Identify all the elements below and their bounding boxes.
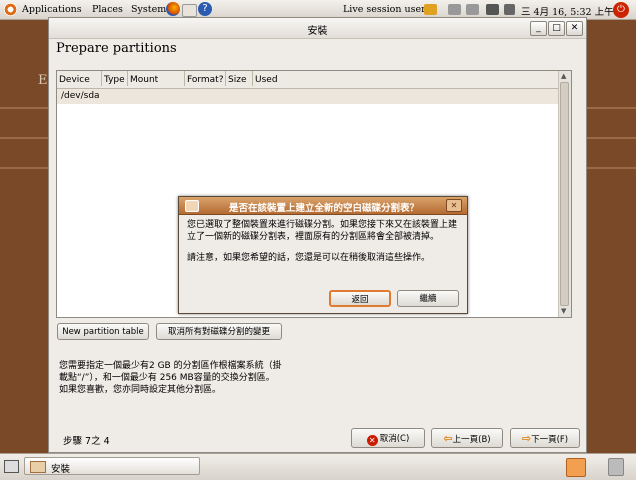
help-line: 如果您喜歡，您亦同時設定其他分割區。	[59, 385, 222, 395]
scrollbar-thumb[interactable]	[560, 82, 569, 306]
scroll-down-icon[interactable]: ▼	[561, 307, 566, 315]
workspace-switcher-icon[interactable]	[566, 458, 586, 477]
back-label: 上一頁(B)	[452, 435, 491, 445]
scroll-up-icon[interactable]: ▲	[561, 72, 566, 80]
page-title: Prepare partitions	[56, 41, 177, 56]
help-line: 您需要指定一個最少有2 GB 的分割區作根檔案系統（掛	[59, 361, 282, 371]
show-desktop-icon[interactable]	[4, 460, 19, 473]
dialog-continue-button[interactable]: 繼續	[397, 290, 459, 307]
display-icon[interactable]	[486, 4, 499, 15]
installer-app-icon	[185, 200, 199, 212]
help-launcher-icon[interactable]: ?	[198, 2, 212, 16]
printer-icon-2[interactable]	[466, 4, 479, 15]
menu-applications[interactable]: Applications	[22, 4, 82, 15]
column-used[interactable]: Used	[253, 71, 279, 86]
dialog-title: 是否在該裝置上建立全新的空白磁碟分割表？	[228, 203, 419, 214]
volume-icon[interactable]	[504, 4, 515, 15]
menu-system[interactable]: System	[131, 4, 166, 15]
dialog-note: 請注意，如果您希望的話，您還是可以在稍後取消這些操作。	[187, 253, 431, 263]
maximize-button[interactable]: □	[548, 21, 565, 36]
column-device[interactable]: Device	[57, 71, 102, 86]
clock[interactable]: 三 4月 16, 5:32 上午	[521, 4, 614, 18]
confirm-dialog: 是否在該裝置上建立全新的空白磁碟分割表？ ✕ 您已選取了整個裝置來進行磁碟分割。…	[178, 196, 468, 314]
back-button[interactable]: ⇦上一頁(B)	[431, 428, 503, 448]
forward-label: 下一頁(F)	[531, 435, 569, 445]
cancel-button[interactable]: ✕ 取消(C)	[351, 428, 425, 448]
table-header: Device Type Mount point Format? Size Use…	[57, 71, 560, 103]
column-type[interactable]: Type	[102, 71, 128, 86]
user-switcher[interactable]: Live session user	[343, 4, 426, 15]
new-partition-table-button[interactable]: New partition table	[57, 323, 149, 340]
row-device: /dev/sda	[61, 91, 100, 101]
column-size[interactable]: Size	[226, 71, 253, 86]
taskbar-installer-label: 安裝	[51, 464, 71, 475]
column-mount-point[interactable]: Mount point	[128, 71, 185, 103]
taskbar-installer[interactable]: 安裝	[24, 457, 200, 475]
minimize-button[interactable]: _	[530, 21, 547, 36]
undo-changes-button[interactable]: 取消所有對磁碟分割的變更	[156, 323, 282, 340]
window-titlebar[interactable]: 安裝 _ □ ✕	[49, 18, 586, 39]
arrow-right-icon: ⇨	[521, 432, 532, 445]
power-icon[interactable]: ⏻	[613, 2, 629, 18]
bottom-panel: 安裝	[0, 453, 636, 480]
window-title: 安裝	[307, 26, 328, 37]
firefox-launcher-icon[interactable]	[166, 2, 180, 16]
mail-launcher-icon[interactable]	[182, 4, 197, 17]
cancel-label: 取消(C)	[379, 434, 410, 444]
forward-button[interactable]: ⇨下一頁(F)	[510, 428, 580, 448]
step-indicator: 步驟 7之 4	[63, 436, 110, 447]
dialog-titlebar[interactable]: 是否在該裝置上建立全新的空白磁碟分割表？ ✕	[179, 197, 467, 215]
dialog-message: 您已選取了整個裝置來進行磁碟分割。如果您接下來又在該裝置上建立了一個新的磁碟分割…	[187, 220, 458, 242]
network-manager-icon[interactable]	[424, 4, 437, 15]
column-format[interactable]: Format?	[185, 71, 226, 86]
arrow-left-icon: ⇦	[443, 432, 453, 445]
cancel-icon: ✕	[366, 435, 378, 446]
trash-icon[interactable]	[608, 458, 624, 476]
table-row[interactable]: /dev/sda	[57, 89, 560, 104]
vertical-scrollbar[interactable]: ▲ ▼	[558, 71, 571, 317]
dialog-close-button[interactable]: ✕	[446, 199, 462, 212]
installer-task-icon	[30, 461, 46, 473]
dialog-back-button[interactable]: 返回	[329, 290, 391, 307]
ubuntu-logo-icon[interactable]	[4, 3, 17, 16]
help-line: 載點“/”），和一個最少有 256 MB容量的交換分割區。	[59, 373, 275, 383]
printer-icon[interactable]	[448, 4, 461, 15]
dialog-body: 您已選取了整個裝置來進行磁碟分割。如果您接下來又在該裝置上建立了一個新的磁碟分割…	[187, 219, 459, 273]
menu-places[interactable]: Places	[92, 4, 123, 15]
close-button[interactable]: ✕	[566, 21, 583, 36]
help-text: 您需要指定一個最少有2 GB 的分割區作根檔案系統（掛 載點“/”），和一個最少…	[59, 360, 309, 396]
